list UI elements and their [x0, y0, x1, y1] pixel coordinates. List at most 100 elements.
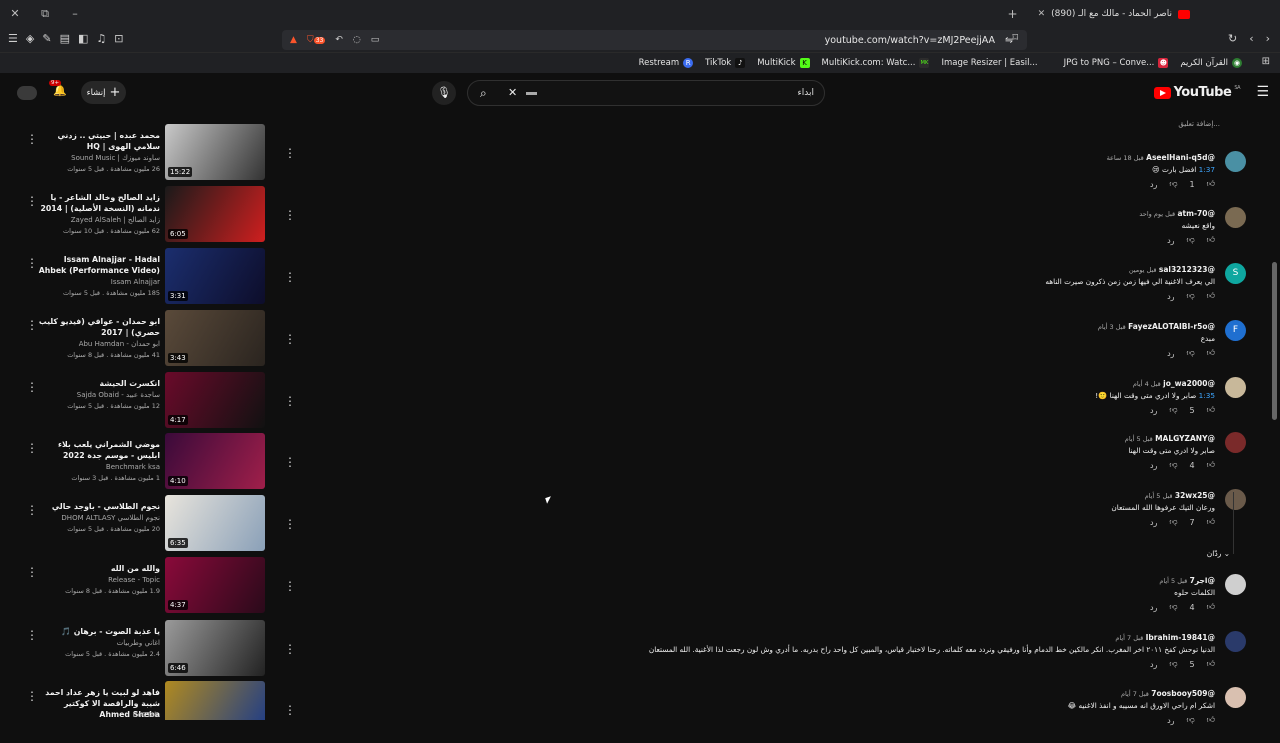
reply-button[interactable]: رد: [1150, 603, 1157, 612]
video-menu-icon[interactable]: ⋮: [284, 579, 296, 593]
bookmark-quran[interactable]: القرآن الكريم ◉: [1180, 58, 1242, 68]
video-title[interactable]: انكسرت الحيشة: [38, 378, 160, 389]
video-thumbnail[interactable]: 4:17: [165, 372, 265, 428]
video-menu-icon[interactable]: ⋮: [284, 517, 296, 531]
comment-time[interactable]: قبل 4 أيام: [1133, 380, 1161, 388]
video-menu-icon[interactable]: ⋮: [26, 503, 38, 517]
comment-author[interactable]: @atm-70: [1177, 209, 1215, 218]
url-text[interactable]: youtube.com/watch?v=zMJ2PeejjAA: [825, 35, 995, 46]
video-menu-icon[interactable]: ⋮: [284, 642, 296, 656]
dislike-icon[interactable]: 👎︎: [1169, 460, 1177, 470]
avatar[interactable]: [17, 86, 37, 100]
notifications-icon[interactable]: 🔔 9+: [49, 80, 67, 97]
video-menu-icon[interactable]: ⋮: [26, 628, 38, 642]
comment-avatar[interactable]: [1225, 377, 1246, 398]
back-icon[interactable]: ‹: [1249, 32, 1253, 45]
clear-search-icon[interactable]: ✕: [508, 86, 517, 99]
list-item[interactable]: ⋮ ⋮ ابو حمدان - عوافي (فيديو كليب حصري) | …: [0, 310, 300, 378]
list-item[interactable]: ⋮ ⋮ Issam Alnajjar - Hadal Ahbek (Performa…: [0, 248, 300, 316]
like-icon[interactable]: 👍︎: [1207, 291, 1215, 301]
dislike-icon[interactable]: 👎︎: [1187, 715, 1195, 725]
comment-time[interactable]: قبل 18 ساعة: [1107, 154, 1144, 162]
video-title[interactable]: والله من الله: [38, 563, 160, 574]
bookmark-icon[interactable]: ⌑: [1012, 31, 1018, 44]
bookmark-image-resizer[interactable]: Image Resizer | Easil...: [941, 58, 1051, 68]
comment-author[interactable]: @Ibrahim-19841: [1146, 633, 1215, 642]
comment-time[interactable]: قبل 5 أيام: [1159, 577, 1187, 585]
chat-icon[interactable]: ◌: [353, 35, 361, 45]
list-item[interactable]: ⋮ ⋮ فاهد لو لبيت يا زهر عداد احمد شيبة وال…: [0, 681, 300, 720]
video-menu-icon[interactable]: ⋮: [26, 689, 38, 703]
comment-timestamp-link[interactable]: 1:37: [1199, 165, 1215, 174]
video-menu-icon[interactable]: ⋮: [284, 455, 296, 469]
reply-button[interactable]: رد: [1150, 660, 1157, 669]
video-thumbnail[interactable]: [165, 681, 265, 720]
video-channel[interactable]: Issam Alnajjar: [38, 278, 160, 286]
dislike-icon[interactable]: 👎︎: [1187, 235, 1195, 245]
comment-time[interactable]: قبل 3 أيام: [1098, 323, 1126, 331]
dislike-icon[interactable]: 👎︎: [1169, 659, 1177, 669]
video-title[interactable]: موضي الشمراني يلعب بلاء ابليس - موسم جدة…: [38, 439, 160, 461]
list-item[interactable]: ⋮ ⋮ انكسرت الحيشة ساجدة عبيد - Sajda Obaid 1…: [0, 372, 300, 440]
comment-avatar[interactable]: [1225, 432, 1246, 453]
like-icon[interactable]: 👍︎: [1207, 348, 1215, 358]
video-channel[interactable]: Benchmark ksa: [38, 463, 160, 471]
video-channel[interactable]: Release - Topic: [38, 576, 160, 584]
new-tab-icon[interactable]: +: [1008, 7, 1018, 21]
video-title[interactable]: ابو حمدان - عوافي (فيديو كليب حصري) | 20…: [38, 316, 160, 338]
reply-button[interactable]: رد: [1167, 716, 1174, 725]
video-channel[interactable]: CoCTalL: [38, 711, 160, 719]
video-menu-icon[interactable]: ⋮: [26, 256, 38, 270]
rewards-icon[interactable]: ▲: [290, 35, 297, 45]
video-menu-icon[interactable]: ⋮: [284, 394, 296, 408]
like-icon[interactable]: 👍︎: [1207, 235, 1215, 245]
comment-author[interactable]: @7oosbooy509: [1151, 689, 1215, 698]
page-scrollbar[interactable]: [1272, 262, 1277, 420]
video-title[interactable]: زايد الصالح وخالد الشاعر - يا ندمانه (ال…: [38, 192, 160, 214]
vpn-icon[interactable]: ◈: [26, 32, 34, 45]
bookmark-restream[interactable]: Restream R: [639, 58, 694, 68]
comment-author[interactable]: @MALGYZANY: [1155, 434, 1215, 443]
like-icon[interactable]: 👍︎: [1207, 460, 1215, 470]
video-title[interactable]: يا عذبة الصوت - برهان 🎵: [38, 626, 160, 637]
video-channel[interactable]: ابو حمدان - Abu Hamdan: [38, 340, 160, 348]
video-thumbnail[interactable]: 4:10: [165, 433, 265, 489]
search-icon[interactable]: ⌕: [480, 86, 487, 101]
screenshot-icon[interactable]: ⊡: [114, 32, 123, 45]
dislike-icon[interactable]: 👎︎: [1169, 517, 1177, 527]
list-item[interactable]: ⋮ ⋮ زايد الصالح وخالد الشاعر - يا ندمانه (…: [0, 186, 300, 254]
reply-button[interactable]: رد: [1150, 518, 1157, 527]
video-menu-icon[interactable]: ⋮: [26, 132, 38, 146]
comment-avatar[interactable]: [1225, 631, 1246, 652]
video-menu-icon[interactable]: ⋮: [284, 146, 296, 160]
list-item[interactable]: ⋮ ⋮ والله من الله Release - Topic 1.9 مليون …: [0, 557, 300, 625]
video-menu-icon[interactable]: ⋮: [284, 270, 296, 284]
reply-button[interactable]: رد: [1167, 292, 1174, 301]
search-input[interactable]: ⌕ ✕ ابداء: [467, 80, 825, 106]
dislike-icon[interactable]: 👎︎: [1169, 602, 1177, 612]
video-title[interactable]: نجوم الطلاسي - باوجد حالي: [38, 501, 160, 512]
wallet-icon[interactable]: ▤: [60, 32, 70, 45]
comment-author[interactable]: @sal3212323: [1159, 265, 1215, 274]
like-icon[interactable]: 👍︎: [1207, 602, 1215, 612]
comment-time[interactable]: قبل يومين: [1129, 266, 1157, 274]
comment-author[interactable]: @AseelHani-q5d: [1146, 153, 1215, 162]
replies-toggle[interactable]: ردّان ⌄: [1207, 549, 1230, 558]
dislike-icon[interactable]: 👎︎: [1187, 291, 1195, 301]
bookmark-multikick-watch[interactable]: MultiKick.com: Watc... MK: [822, 58, 930, 68]
comment-author[interactable]: @FayezALOTAIBI-r5o: [1128, 322, 1215, 331]
like-icon[interactable]: 👍︎: [1207, 517, 1215, 527]
create-button[interactable]: إنشاء +: [81, 81, 126, 104]
video-title[interactable]: محمد عبده | حبيتي .. زدني سلامي الهوى | …: [38, 130, 161, 152]
extensions-icon[interactable]: ✎: [42, 32, 51, 45]
video-thumbnail[interactable]: 6:05: [165, 186, 265, 242]
reply-button[interactable]: رد: [1167, 349, 1174, 358]
comment-timestamp-link[interactable]: 1:35: [1199, 391, 1215, 400]
like-icon[interactable]: 👍︎: [1207, 659, 1215, 669]
like-icon[interactable]: 👍︎: [1207, 715, 1215, 725]
dislike-icon[interactable]: 👎︎: [1169, 405, 1177, 415]
url-bar[interactable]: ▲ ⛉ 33 ↶ ◌ ▭ youtube.com/watch?v=zMJ2Peej…: [282, 30, 1027, 50]
video-thumbnail[interactable]: 6:46: [165, 620, 265, 676]
video-thumbnail[interactable]: 3:43: [165, 310, 265, 366]
video-channel[interactable]: ساوند ميوزك | Sound Music: [38, 154, 160, 162]
